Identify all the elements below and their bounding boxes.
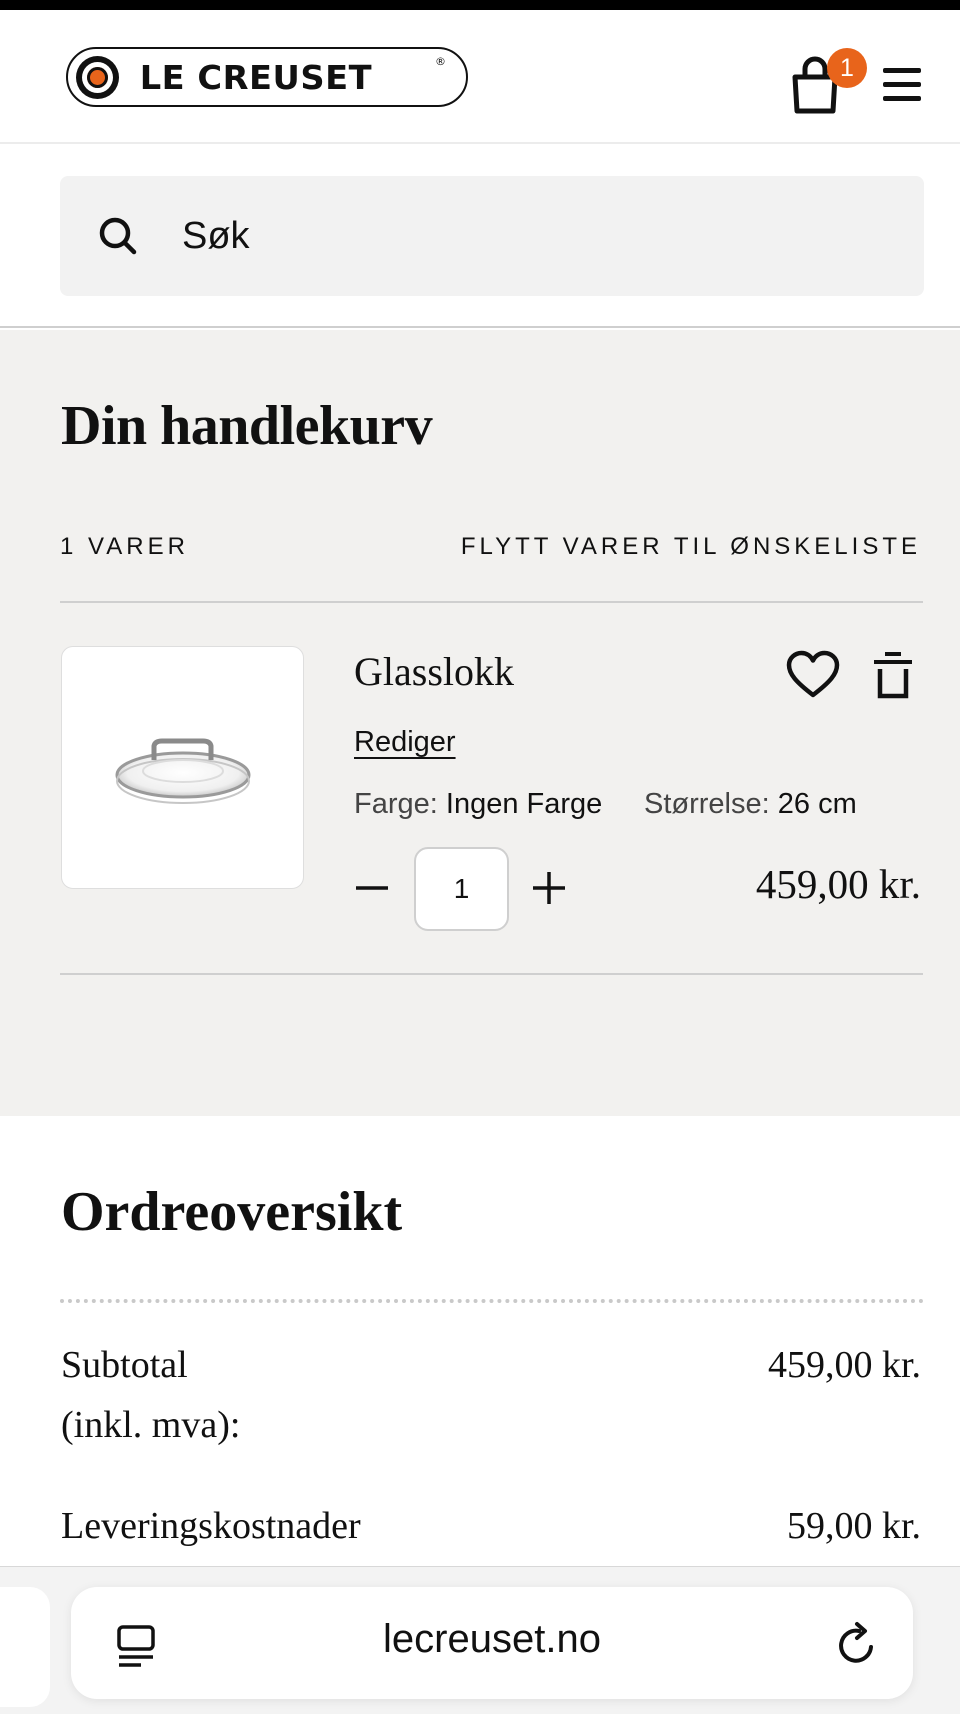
quantity-input[interactable]: [414, 847, 509, 931]
color-label: Farge:: [354, 788, 438, 820]
size-value: 26 cm: [777, 788, 857, 820]
heart-icon[interactable]: [786, 650, 840, 700]
subtotal-label-line-2: (inkl. mva):: [61, 1404, 241, 1446]
url-text[interactable]: lecreuset.no: [71, 1617, 913, 1662]
minus-icon[interactable]: [354, 870, 390, 906]
cart-section: Din handlekurv 1 VARER FLYTT VARER TIL Ø…: [0, 330, 960, 1116]
move-to-wishlist-link[interactable]: FLYTT VARER TIL ØNSKELISTE: [461, 533, 921, 561]
le-creuset-logo[interactable]: LE CREUSET ®: [66, 47, 468, 107]
cart-item-count: 1 VARER: [60, 533, 189, 560]
color-value: Ingen Farge: [445, 788, 603, 820]
trash-icon[interactable]: [872, 650, 914, 700]
status-bar-strip: [0, 0, 960, 10]
item-price: 459,00 kr.: [755, 861, 921, 907]
product-color: Farge: Ingen Farge: [354, 788, 602, 821]
product-image[interactable]: [61, 646, 304, 889]
cart-count-badge: 1: [827, 48, 867, 88]
glass-lid-image: [115, 738, 251, 804]
address-bar[interactable]: lecreuset.no: [71, 1587, 913, 1699]
shipping-label: Leveringskostnader: [61, 1505, 361, 1547]
edit-item-link[interactable]: Rediger: [354, 726, 456, 759]
subtotal-label-line-1: Subtotal: [61, 1344, 188, 1386]
previous-tab-preview[interactable]: [0, 1587, 50, 1707]
reload-icon[interactable]: [835, 1621, 879, 1667]
order-overview-title: Ordreoversikt: [61, 1181, 403, 1243]
search-section: [0, 144, 960, 328]
subtotal-label: Subtotal (inkl. mva):: [61, 1335, 240, 1455]
divider: [60, 973, 923, 975]
logo-mark-icon: [76, 56, 119, 99]
browser-toolbar: lecreuset.no: [0, 1566, 960, 1714]
product-size: Størrelse: 26 cm: [644, 788, 857, 821]
plus-icon[interactable]: [531, 870, 567, 906]
subtotal-value: 459,00 kr.: [767, 1344, 921, 1386]
divider: [60, 601, 923, 603]
menu-icon[interactable]: [883, 66, 921, 102]
site-header: LE CREUSET ® 1: [0, 10, 960, 144]
search-input[interactable]: [182, 206, 882, 266]
product-name[interactable]: Glasslokk: [354, 648, 514, 695]
logo-registered-mark: ®: [435, 55, 446, 68]
size-label: Størrelse:: [644, 788, 770, 820]
order-overview-section: Ordreoversikt Subtotal (inkl. mva): 459,…: [0, 1116, 960, 1566]
cart-title: Din handlekurv: [61, 395, 433, 457]
shipping-value: 59,00 kr.: [786, 1505, 921, 1547]
search-icon: [99, 217, 137, 255]
search-bar[interactable]: [60, 176, 924, 296]
logo-text: LE CREUSET: [139, 58, 373, 97]
dotted-divider: [60, 1299, 924, 1303]
